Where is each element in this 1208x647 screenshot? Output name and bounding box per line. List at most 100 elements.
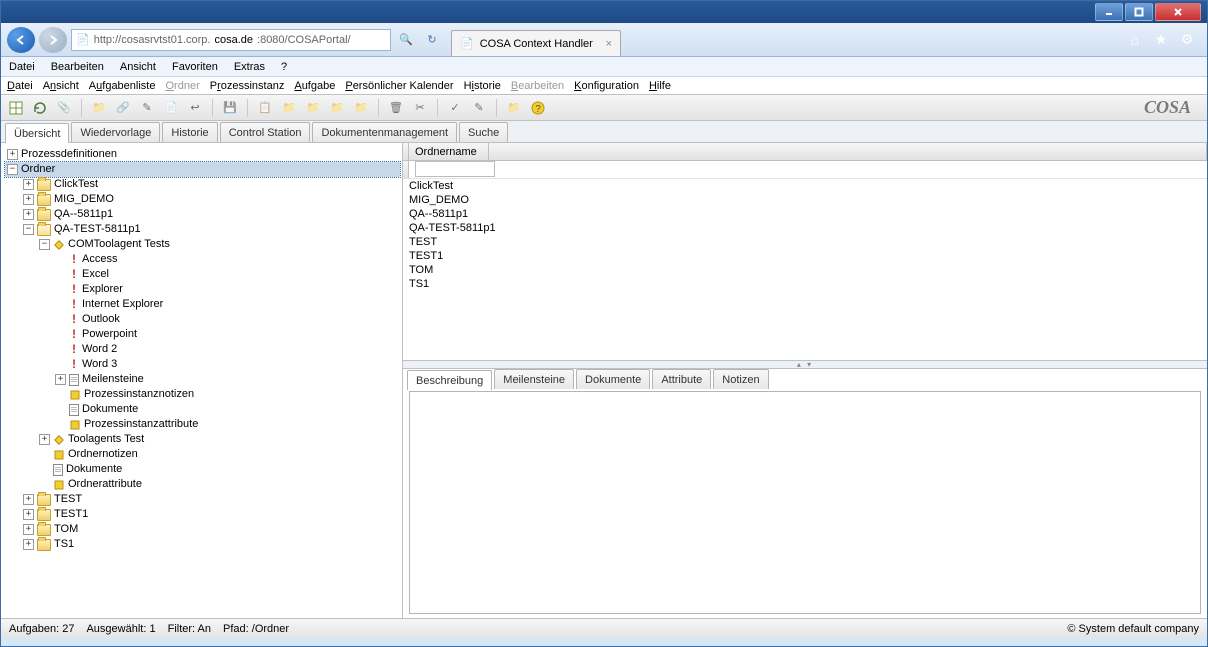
window-close-button[interactable] xyxy=(1155,3,1201,21)
tree-com-child[interactable]: !Access xyxy=(53,252,400,267)
table-row[interactable]: QA-TEST-5811p1 xyxy=(403,221,1207,235)
expand-icon[interactable]: + xyxy=(23,524,34,535)
tab-close-button[interactable]: × xyxy=(606,38,612,50)
tree-folder-qa5811p1[interactable]: +QA--5811p1 xyxy=(21,207,400,222)
tab-control-station[interactable]: Control Station xyxy=(220,122,311,142)
expand-icon[interactable]: + xyxy=(39,434,50,445)
nav-back-button[interactable] xyxy=(7,27,35,53)
app-menu-historie[interactable]: Historie xyxy=(464,80,501,92)
app-menu-prozessinstanz[interactable]: Prozessinstanz xyxy=(210,80,285,92)
table-row[interactable]: MIG_DEMO xyxy=(403,193,1207,207)
grid-column-ordnername[interactable]: Ordnername xyxy=(409,143,489,160)
app-menu-ordner[interactable]: Ordner xyxy=(165,80,199,92)
table-row[interactable]: TEST xyxy=(403,235,1207,249)
tb-attach-icon[interactable]: 📎 xyxy=(55,99,73,117)
tools-icon[interactable]: ⚙ xyxy=(1179,32,1195,48)
browser-tab[interactable]: 📄 COSA Context Handler × xyxy=(451,30,621,56)
expand-icon[interactable]: + xyxy=(23,494,34,505)
table-row[interactable]: QA--5811p1 xyxy=(403,207,1207,221)
ie-menu-datei[interactable]: Datei xyxy=(9,61,35,73)
tree-prozessinstanznotizen[interactable]: Prozessinstanznotizen xyxy=(53,387,400,402)
tb-icon-17[interactable]: ✓ xyxy=(446,99,464,117)
tb-save-icon[interactable]: 💾 xyxy=(221,99,239,117)
tree-folder-clicktest[interactable]: +ClickTest xyxy=(21,177,400,192)
tree-folder-qatest5811p1[interactable]: −QA-TEST-5811p1 xyxy=(21,222,400,237)
tree-prozessdefinitionen[interactable]: +Prozessdefinitionen xyxy=(5,147,400,162)
tree-comtoolagent-tests[interactable]: −COMToolagent Tests xyxy=(37,237,400,252)
tree-com-child[interactable]: !Word 2 xyxy=(53,342,400,357)
tb-icon-11[interactable]: 📁 xyxy=(280,99,298,117)
tree-com-child[interactable]: !Word 3 xyxy=(53,357,400,372)
expand-icon[interactable]: + xyxy=(55,374,66,385)
tb-icon-12[interactable]: 📁 xyxy=(304,99,322,117)
tree-ordnerattribute[interactable]: Ordnerattribute xyxy=(37,477,400,492)
ie-menu-bearbeiten[interactable]: Bearbeiten xyxy=(51,61,104,73)
grid-body[interactable]: ClickTestMIG_DEMOQA--5811p1QA-TEST-5811p… xyxy=(403,179,1207,360)
tab-dokumentenmanagement[interactable]: Dokumentenmanagement xyxy=(312,122,457,142)
tree-com-child[interactable]: !Explorer xyxy=(53,282,400,297)
tab-uebersicht[interactable]: Übersicht xyxy=(5,123,69,143)
tree-folder-test[interactable]: +TEST xyxy=(21,492,400,507)
address-bar[interactable]: 📄 http://cosasrvtst01.corp.cosa.de:8080/… xyxy=(71,29,391,51)
app-menu-datei[interactable]: Datei xyxy=(7,80,33,92)
detail-tab-attribute[interactable]: Attribute xyxy=(652,369,711,389)
tb-icon-8[interactable]: ↩ xyxy=(186,99,204,117)
tree-ordnernotizen[interactable]: Ordnernotizen xyxy=(37,447,400,462)
tb-icon-19[interactable]: 📁 xyxy=(505,99,523,117)
tree-toolagents-test[interactable]: +Toolagents Test xyxy=(37,432,400,447)
tab-wiedervorlage[interactable]: Wiedervorlage xyxy=(71,122,160,142)
tb-icon-4[interactable]: 📁 xyxy=(90,99,108,117)
collapse-icon[interactable]: − xyxy=(39,239,50,250)
tb-icon-18[interactable]: ✎ xyxy=(470,99,488,117)
tree-folder-test1[interactable]: +TEST1 xyxy=(21,507,400,522)
tb-icon-7[interactable]: 📄 xyxy=(162,99,180,117)
app-menu-ansicht[interactable]: Ansicht xyxy=(43,80,79,92)
window-minimize-button[interactable] xyxy=(1095,3,1123,21)
ie-menu-extras[interactable]: Extras xyxy=(234,61,265,73)
collapse-icon[interactable]: − xyxy=(23,224,34,235)
expand-icon[interactable]: + xyxy=(23,509,34,520)
app-menu-konfiguration[interactable]: Konfiguration xyxy=(574,80,639,92)
tree-com-child[interactable]: !Outlook xyxy=(53,312,400,327)
tb-delete-icon[interactable]: 🗑 xyxy=(387,99,405,117)
splitter-horizontal[interactable]: ▴ ▾ xyxy=(403,361,1207,369)
table-row[interactable]: TEST1 xyxy=(403,249,1207,263)
app-menu-aufgabe[interactable]: Aufgabe xyxy=(294,80,335,92)
tree-dokumente-1[interactable]: Dokumente xyxy=(53,402,400,417)
table-row[interactable]: TOM xyxy=(403,263,1207,277)
detail-tab-beschreibung[interactable]: Beschreibung xyxy=(407,370,492,390)
tree-folder-migdemo[interactable]: +MIG_DEMO xyxy=(21,192,400,207)
app-menu-aufgabenliste[interactable]: Aufgabenliste xyxy=(89,80,156,92)
tb-icon-6[interactable]: ✎ xyxy=(138,99,156,117)
search-button[interactable]: 🔍 xyxy=(395,29,417,51)
tree-prozessinstanzattribute[interactable]: Prozessinstanzattribute xyxy=(53,417,400,432)
tb-icon-13[interactable]: 📁 xyxy=(328,99,346,117)
expand-icon[interactable]: + xyxy=(23,194,34,205)
tree-ordner[interactable]: −Ordner xyxy=(5,162,400,177)
tree-folder-ts1[interactable]: +TS1 xyxy=(21,537,400,552)
app-menu-bearbeiten[interactable]: Bearbeiten xyxy=(511,80,564,92)
tab-historie[interactable]: Historie xyxy=(162,122,217,142)
favorites-icon[interactable]: ★ xyxy=(1153,32,1169,48)
grid-filter-input[interactable] xyxy=(415,161,495,177)
nav-forward-button[interactable] xyxy=(39,27,67,53)
refresh-button[interactable]: ↻ xyxy=(421,29,443,51)
ie-menu-favoriten[interactable]: Favoriten xyxy=(172,61,218,73)
expand-icon[interactable]: + xyxy=(23,209,34,220)
expand-icon[interactable]: + xyxy=(23,179,34,190)
expand-icon[interactable]: + xyxy=(7,149,18,160)
detail-tab-notizen[interactable]: Notizen xyxy=(713,369,768,389)
detail-tab-meilensteine[interactable]: Meilensteine xyxy=(494,369,574,389)
tb-icon-1[interactable] xyxy=(7,99,25,117)
app-menu-kalender[interactable]: Persönlicher Kalender xyxy=(345,80,453,92)
collapse-icon[interactable]: − xyxy=(7,164,18,175)
tb-copy-icon[interactable]: 📋 xyxy=(256,99,274,117)
tab-suche[interactable]: Suche xyxy=(459,122,508,142)
tree-com-child[interactable]: !Excel xyxy=(53,267,400,282)
tb-cut-icon[interactable]: ✂ xyxy=(411,99,429,117)
expand-icon[interactable]: + xyxy=(23,539,34,550)
home-icon[interactable]: ⌂ xyxy=(1127,32,1143,48)
tb-help-icon[interactable]: ? xyxy=(529,99,547,117)
detail-tab-dokumente[interactable]: Dokumente xyxy=(576,369,650,389)
tree-folder-tom[interactable]: +TOM xyxy=(21,522,400,537)
